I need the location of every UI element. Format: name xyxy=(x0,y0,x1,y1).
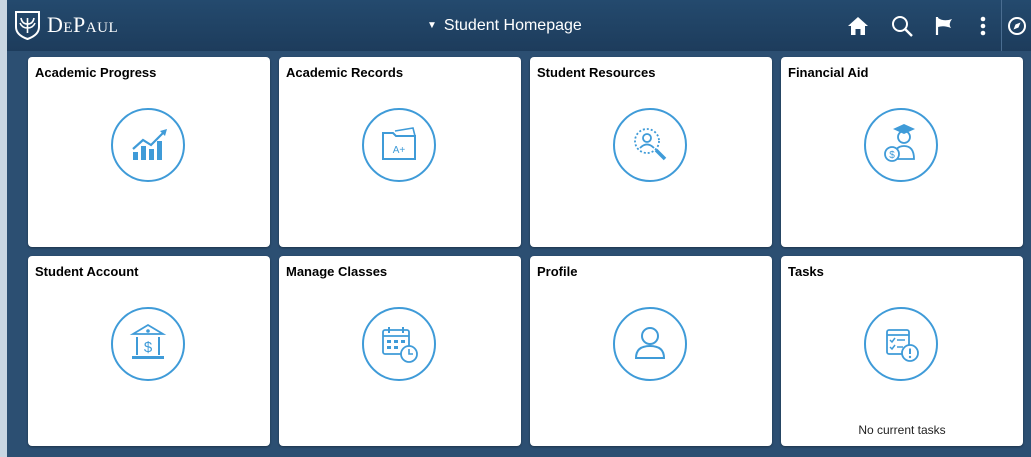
flag-icon xyxy=(935,16,952,35)
svg-text:A+: A+ xyxy=(393,145,406,156)
top-banner: DePaul ▼ Student Homepage xyxy=(7,0,1031,51)
person-search-icon xyxy=(612,107,688,183)
growth-chart-icon xyxy=(110,107,186,183)
tile-title: Manage Classes xyxy=(286,264,388,279)
tile-title: Student Resources xyxy=(537,65,656,80)
search-button[interactable] xyxy=(881,0,923,51)
graduate-money-icon: $ xyxy=(863,107,939,183)
page-frame: DePaul ▼ Student Homepage Academic Progr… xyxy=(7,0,1031,457)
bank-dollar-icon: $ xyxy=(110,306,186,382)
svg-text:$: $ xyxy=(889,150,895,161)
tile-title: Student Account xyxy=(35,264,139,279)
search-icon xyxy=(892,15,913,37)
depaul-logo[interactable]: DePaul xyxy=(14,10,118,40)
navbar-icon xyxy=(1007,16,1026,35)
tile-title: Financial Aid xyxy=(788,65,869,80)
navbar-button[interactable] xyxy=(1001,0,1031,51)
tile-title: Academic Records xyxy=(286,65,404,80)
tile-manage-classes[interactable]: Manage Classes xyxy=(279,256,521,446)
calendar-clock-icon xyxy=(361,306,437,382)
home-button[interactable] xyxy=(835,0,881,51)
tile-academic-records[interactable]: Academic Records A+ xyxy=(279,57,521,247)
page-title: Student Homepage xyxy=(443,17,582,34)
page-title-dropdown[interactable]: ▼ Student Homepage xyxy=(427,0,582,51)
tile-title: Tasks xyxy=(788,264,824,279)
nav-icon-bar xyxy=(835,0,1031,51)
logo-text: DePaul xyxy=(47,12,119,37)
home-icon xyxy=(848,16,868,35)
tile-student-resources[interactable]: Student Resources xyxy=(530,57,772,247)
tile-tasks[interactable]: Tasks No current tasks xyxy=(781,256,1023,446)
tile-title: Academic Progress xyxy=(35,65,157,80)
tile-profile[interactable]: Profile xyxy=(530,256,772,446)
person-icon xyxy=(612,306,688,382)
depaul-seal-icon xyxy=(15,11,40,40)
tile-financial-aid[interactable]: Financial Aid $ xyxy=(781,57,1023,247)
more-icon xyxy=(980,16,986,35)
tasks-status-text: No current tasks xyxy=(858,423,946,437)
tile-academic-progress[interactable]: Academic Progress xyxy=(28,57,270,247)
actions-menu-button[interactable] xyxy=(965,0,1001,51)
svg-text:$: $ xyxy=(144,339,153,356)
folder-grade-icon: A+ xyxy=(361,107,437,183)
tasks-alert-icon xyxy=(863,306,939,382)
tile-title: Profile xyxy=(537,264,578,279)
notifications-button[interactable] xyxy=(923,0,965,51)
caret-down-icon: ▼ xyxy=(427,20,437,31)
tile-student-account[interactable]: Student Account $ xyxy=(28,256,270,446)
